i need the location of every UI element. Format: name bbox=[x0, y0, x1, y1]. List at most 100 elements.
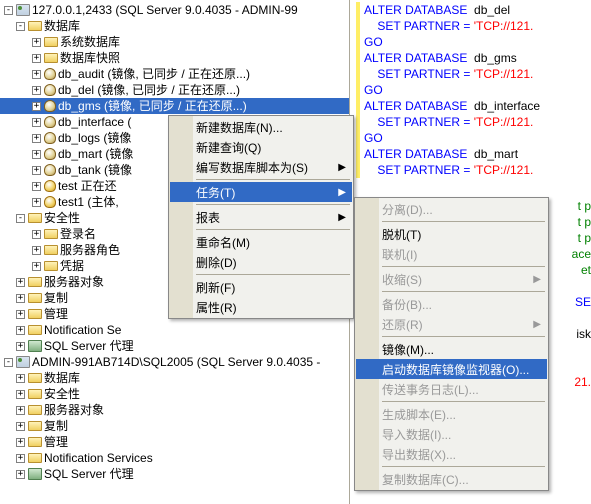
folder-icon bbox=[44, 261, 58, 271]
menu-import-data: 导入数据(I)... bbox=[356, 424, 547, 444]
folder-icon bbox=[28, 453, 42, 463]
database-icon bbox=[44, 148, 56, 160]
folder-icon bbox=[28, 213, 42, 223]
collapse-icon[interactable]: - bbox=[16, 214, 25, 223]
menu-online: 联机(I) bbox=[356, 244, 547, 264]
folder-icon bbox=[44, 245, 58, 255]
notification-folder-2[interactable]: +Notification Services bbox=[0, 450, 349, 466]
folder-icon bbox=[28, 293, 42, 303]
database-icon bbox=[44, 100, 56, 112]
expand-icon[interactable]: + bbox=[16, 406, 25, 415]
database-icon bbox=[44, 116, 56, 128]
context-menu: 新建数据库(N)... 新建查询(Q) 编写数据库脚本为(S)▶ 任务(T)▶ … bbox=[168, 115, 354, 319]
collapse-icon[interactable]: - bbox=[4, 358, 13, 367]
expand-icon[interactable]: + bbox=[16, 326, 25, 335]
folder-icon bbox=[44, 53, 58, 63]
server-objects-folder-2[interactable]: +服务器对象 bbox=[0, 402, 349, 418]
menu-mirror[interactable]: 镜像(M)... bbox=[356, 339, 547, 359]
expand-icon[interactable]: + bbox=[16, 454, 25, 463]
folder-icon bbox=[28, 389, 42, 399]
expand-icon[interactable]: + bbox=[32, 118, 41, 127]
database-icon bbox=[44, 196, 56, 208]
folder-icon bbox=[28, 325, 42, 335]
menu-shrink: 收缩(S)▶ bbox=[356, 269, 547, 289]
menu-delete[interactable]: 删除(D) bbox=[170, 252, 352, 272]
expand-icon[interactable]: + bbox=[32, 246, 41, 255]
menu-gen-script: 生成脚本(E)... bbox=[356, 404, 547, 424]
database-icon bbox=[44, 84, 56, 96]
menu-script-database[interactable]: 编写数据库脚本为(S)▶ bbox=[170, 157, 352, 177]
server-icon bbox=[16, 4, 30, 16]
folder-icon bbox=[28, 21, 42, 31]
notification-folder[interactable]: +Notification Se bbox=[0, 322, 349, 338]
menu-separator bbox=[196, 229, 350, 230]
menu-reports[interactable]: 报表▶ bbox=[170, 207, 352, 227]
expand-icon[interactable]: + bbox=[16, 422, 25, 431]
db-node-audit[interactable]: +db_audit (镜像, 已同步 / 正在还原...) bbox=[0, 66, 349, 82]
expand-icon[interactable]: + bbox=[32, 134, 41, 143]
menu-offline[interactable]: 脱机(T) bbox=[356, 224, 547, 244]
server-node-1[interactable]: -127.0.0.1,2433 (SQL Server 9.0.4035 - A… bbox=[0, 2, 349, 18]
agent-node[interactable]: +SQL Server 代理 bbox=[0, 338, 349, 354]
db-node-gms[interactable]: +db_gms (镜像, 已同步 / 正在还原...) bbox=[0, 98, 349, 114]
expand-icon[interactable]: + bbox=[32, 38, 41, 47]
expand-icon[interactable]: + bbox=[16, 438, 25, 447]
expand-icon[interactable]: + bbox=[16, 310, 25, 319]
system-db-folder[interactable]: +系统数据库 bbox=[0, 34, 349, 50]
chevron-right-icon: ▶ bbox=[338, 162, 346, 173]
menu-separator bbox=[382, 291, 545, 292]
db-snapshot-folder[interactable]: +数据库快照 bbox=[0, 50, 349, 66]
expand-icon[interactable]: + bbox=[32, 70, 41, 79]
chevron-right-icon: ▶ bbox=[338, 187, 346, 198]
menu-separator bbox=[382, 336, 545, 337]
agent-icon bbox=[28, 468, 42, 480]
menu-mirror-monitor[interactable]: 启动数据库镜像监视器(O)... bbox=[356, 359, 547, 379]
chevron-right-icon: ▶ bbox=[533, 319, 541, 330]
collapse-icon[interactable]: - bbox=[4, 6, 13, 15]
menu-separator bbox=[382, 266, 545, 267]
db-node-del[interactable]: +db_del (镜像, 已同步 / 正在还原...) bbox=[0, 82, 349, 98]
expand-icon[interactable]: + bbox=[32, 150, 41, 159]
expand-icon[interactable]: + bbox=[32, 166, 41, 175]
expand-icon[interactable]: + bbox=[32, 198, 41, 207]
menu-tasks[interactable]: 任务(T)▶ bbox=[170, 182, 352, 202]
expand-icon[interactable]: + bbox=[16, 278, 25, 287]
server-node-2[interactable]: -ADMIN-991AB714D\SQL2005 (SQL Server 9.0… bbox=[0, 354, 349, 370]
menu-rename[interactable]: 重命名(M) bbox=[170, 232, 352, 252]
replication-folder-2[interactable]: +复制 bbox=[0, 418, 349, 434]
expand-icon[interactable]: + bbox=[32, 262, 41, 271]
menu-separator bbox=[196, 274, 350, 275]
menu-separator bbox=[382, 466, 545, 467]
databases-folder[interactable]: -数据库 bbox=[0, 18, 349, 34]
expand-icon[interactable]: + bbox=[32, 54, 41, 63]
security-folder-2[interactable]: +安全性 bbox=[0, 386, 349, 402]
management-folder-2[interactable]: +管理 bbox=[0, 434, 349, 450]
menu-separator bbox=[382, 221, 545, 222]
menu-properties[interactable]: 属性(R) bbox=[170, 297, 352, 317]
menu-restore: 还原(R)▶ bbox=[356, 314, 547, 334]
folder-icon bbox=[28, 421, 42, 431]
expand-icon[interactable]: + bbox=[16, 342, 25, 351]
menu-detach: 分离(D)... bbox=[356, 199, 547, 219]
folder-icon bbox=[28, 437, 42, 447]
menu-new-database[interactable]: 新建数据库(N)... bbox=[170, 117, 352, 137]
expand-icon[interactable]: + bbox=[16, 294, 25, 303]
menu-refresh[interactable]: 刷新(F) bbox=[170, 277, 352, 297]
expand-icon[interactable]: + bbox=[32, 86, 41, 95]
collapse-icon[interactable]: - bbox=[16, 22, 25, 31]
expand-icon[interactable]: + bbox=[16, 470, 25, 479]
tasks-submenu: 分离(D)... 脱机(T) 联机(I) 收缩(S)▶ 备份(B)... 还原(… bbox=[354, 197, 549, 491]
expand-icon[interactable]: + bbox=[32, 182, 41, 191]
folder-icon bbox=[28, 405, 42, 415]
expand-icon[interactable]: + bbox=[16, 374, 25, 383]
databases-folder-2[interactable]: +数据库 bbox=[0, 370, 349, 386]
expand-icon[interactable]: + bbox=[32, 230, 41, 239]
menu-new-query[interactable]: 新建查询(Q) bbox=[170, 137, 352, 157]
database-icon bbox=[44, 132, 56, 144]
server-icon bbox=[16, 356, 30, 368]
expand-icon[interactable]: + bbox=[32, 102, 41, 111]
folder-icon bbox=[28, 309, 42, 319]
agent-node-2[interactable]: +SQL Server 代理 bbox=[0, 466, 349, 482]
menu-ship-log: 传送事务日志(L)... bbox=[356, 379, 547, 399]
expand-icon[interactable]: + bbox=[16, 390, 25, 399]
